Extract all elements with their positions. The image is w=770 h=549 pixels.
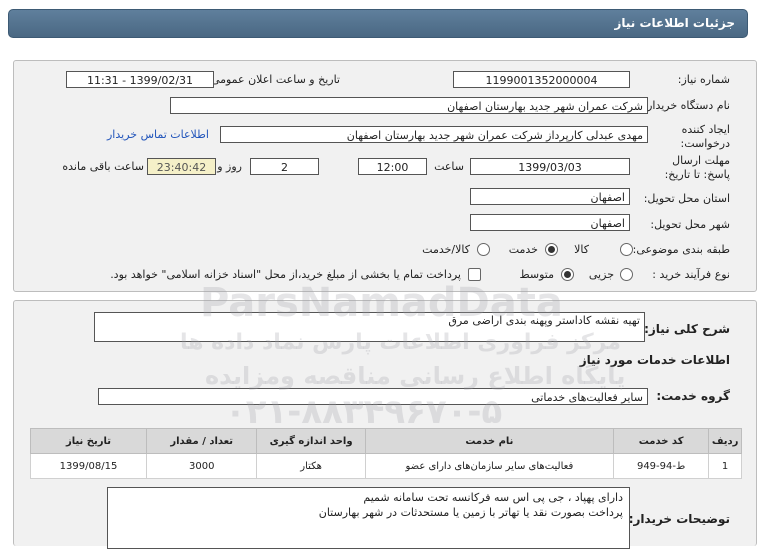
category-option-goods-service: کالا/خدمت xyxy=(422,243,470,256)
process-label: نوع فرآیند خرید : xyxy=(652,268,730,281)
summary-field: تهیه نقشه کاداستر وپهنه بندی اراضی مرق xyxy=(94,312,645,342)
province-field: اصفهان xyxy=(470,188,630,205)
cell-service-name: فعالیت‌های سایر سازمان‌های دارای عضو xyxy=(364,453,615,479)
deadline-time-field: 12:00 xyxy=(358,158,427,175)
page-header: جزئیات اطلاعات نیاز xyxy=(0,0,770,41)
cell-quantity: 3000 xyxy=(145,453,258,479)
need-info-panel xyxy=(13,60,757,292)
col-quantity: تعداد / مقدار xyxy=(145,428,258,454)
service-group-label: گروه خدمت: xyxy=(656,389,730,403)
buyer-notes-line: پرداخت بصورت نقد یا تهاتر با زمین یا مست… xyxy=(318,506,623,519)
col-row-number: ردیف xyxy=(708,428,742,454)
deadline-time-label: ساعت xyxy=(434,160,464,173)
process-radio-minor[interactable] xyxy=(620,268,633,281)
days-field: 2 xyxy=(250,158,319,175)
buyer-org-label: نام دستگاه خریدار: xyxy=(643,99,730,112)
need-number-field: 1199001352000004 xyxy=(453,71,630,88)
category-radio-service[interactable] xyxy=(545,243,558,256)
cell-need-date: 1399/08/15 xyxy=(30,453,147,479)
col-service-code: کد خدمت xyxy=(613,428,710,454)
process-radio-medium[interactable] xyxy=(561,268,574,281)
col-need-date: تاریخ نیاز xyxy=(30,428,147,454)
province-label: استان محل تحویل: xyxy=(643,192,730,205)
table-row: 1 ط-94-949 فعالیت‌های سایر سازمان‌های دا… xyxy=(30,453,742,479)
city-field: اصفهان xyxy=(470,214,630,231)
need-number-label: شماره نیاز: xyxy=(677,73,730,86)
services-heading: اطلاعات خدمات مورد نیاز xyxy=(579,353,730,367)
category-label: طبقه بندی موضوعی: xyxy=(632,243,730,256)
page-title: جزئیات اطلاعات نیاز xyxy=(614,16,735,30)
treasury-payment-note: پرداخت تمام یا بخشی از مبلغ خرید،از محل … xyxy=(110,268,461,281)
header-bar: جزئیات اطلاعات نیاز xyxy=(8,9,748,38)
category-radio-goods-service[interactable] xyxy=(477,243,490,256)
buyer-org-field: شرکت عمران شهر جدید بهارستان اصفهان xyxy=(170,97,648,114)
category-option-goods: کالا xyxy=(574,243,589,256)
days-label: روز و xyxy=(217,160,242,173)
cell-row-number: 1 xyxy=(708,453,742,479)
buyer-notes-label: توضیحات خریدار: xyxy=(628,512,730,526)
buyer-notes-line: دارای پهپاد ، جی پی اس سه فرکانسه تحت سا… xyxy=(363,491,623,504)
announce-label: تاریخ و ساعت اعلان عمومی: xyxy=(207,73,340,86)
table-header-row: ردیف کد خدمت نام خدمت واحد اندازه گیری ت… xyxy=(30,428,742,454)
buyer-contact-link[interactable]: اطلاعات تماس خریدار xyxy=(107,128,209,141)
remaining-time-field: 23:40:42 xyxy=(147,158,216,175)
remaining-time-label: ساعت باقی مانده xyxy=(62,160,144,173)
services-table: ردیف کد خدمت نام خدمت واحد اندازه گیری ت… xyxy=(30,428,742,479)
city-label: شهر محل تحویل: xyxy=(650,218,730,231)
process-option-minor: جزیی xyxy=(588,268,614,281)
creator-label: ایجاد کننده درخواست: xyxy=(680,123,730,150)
buyer-notes-field: دارای پهپاد ، جی پی اس سه فرکانسه تحت سا… xyxy=(107,487,630,549)
col-unit: واحد اندازه گیری xyxy=(256,428,366,454)
col-service-name: نام خدمت xyxy=(364,428,615,454)
creator-field: مهدی عبدلی کارپرداز شرکت عمران شهر جدید … xyxy=(220,126,648,143)
cell-service-code: ط-94-949 xyxy=(613,453,710,479)
deadline-label: مهلت ارسال پاسخ: تا تاریخ: xyxy=(664,154,730,181)
announce-field: 1399/02/31 - 11:31 xyxy=(66,71,214,88)
process-option-medium: متوسط xyxy=(519,268,554,281)
category-option-service: خدمت xyxy=(508,243,538,256)
deadline-date-field: 1399/03/03 xyxy=(470,158,630,175)
category-radio-goods[interactable] xyxy=(620,243,633,256)
cell-unit: هکتار xyxy=(256,453,366,479)
treasury-payment-checkbox[interactable] xyxy=(468,268,481,281)
service-group-field: سایر فعالیت‌های خدماتی xyxy=(98,388,648,405)
summary-label: شرح کلی نیاز: xyxy=(644,322,730,336)
